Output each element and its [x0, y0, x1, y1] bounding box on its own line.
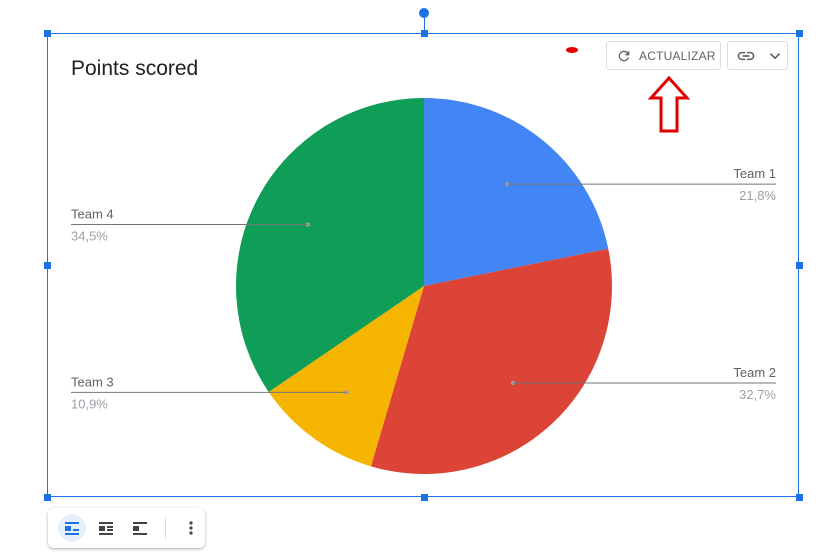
inline-layout-button[interactable] — [58, 514, 86, 542]
break-text-button[interactable] — [126, 514, 154, 542]
update-button[interactable]: ACTUALIZAR — [606, 41, 721, 70]
update-button-label: ACTUALIZAR — [639, 48, 716, 63]
break-text-icon — [133, 522, 147, 535]
resize-handle-bottom-right[interactable] — [796, 494, 803, 501]
link-options-button[interactable] — [727, 41, 788, 70]
resize-handle-bottom-left[interactable] — [44, 494, 51, 501]
link-icon — [736, 46, 756, 66]
resize-handle-top[interactable] — [421, 30, 428, 37]
more-vert-icon — [189, 521, 193, 535]
resize-handle-top-left[interactable] — [44, 30, 51, 37]
rotation-handle[interactable] — [419, 8, 429, 18]
annotation-mark — [566, 47, 578, 53]
inline-layout-icon — [65, 522, 79, 535]
resize-handle-bottom[interactable] — [421, 494, 428, 501]
chart-title: Points scored — [71, 57, 199, 80]
chevron-down-icon[interactable] — [766, 47, 784, 65]
annotation-arrow-icon — [648, 76, 690, 133]
resize-handle-left[interactable] — [44, 262, 51, 269]
resize-handle-top-right[interactable] — [796, 30, 803, 37]
toolbar-divider — [165, 518, 166, 538]
wrap-text-icon — [99, 522, 113, 535]
more-options-button[interactable] — [177, 514, 205, 542]
refresh-icon — [616, 48, 632, 64]
wrap-text-button[interactable] — [92, 514, 120, 542]
resize-handle-right[interactable] — [796, 262, 803, 269]
image-layout-toolbar — [48, 508, 205, 548]
